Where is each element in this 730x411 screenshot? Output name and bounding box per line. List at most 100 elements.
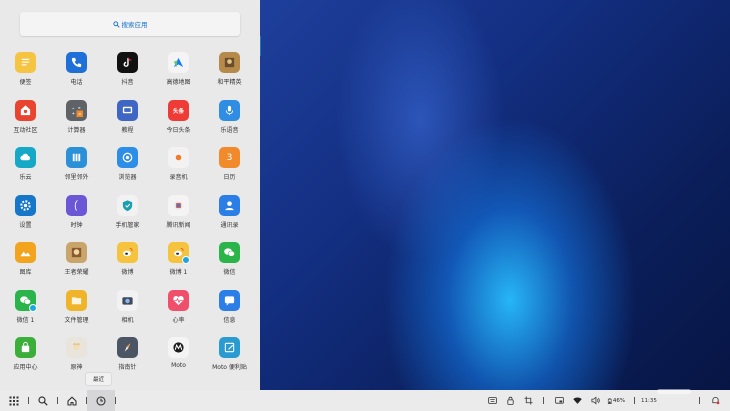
lock-icon xyxy=(506,396,514,405)
app-messages[interactable]: 信息 xyxy=(204,289,255,338)
app-cloud[interactable]: 乐云 xyxy=(0,147,51,195)
tiktok-icon xyxy=(117,52,138,73)
moto-icon xyxy=(168,337,189,358)
calendar-date: 3 xyxy=(226,152,233,163)
app-label: 设置 xyxy=(19,221,32,229)
cast-icon xyxy=(554,396,564,404)
app-label: Moto 便利贴 xyxy=(212,364,247,371)
app-wechat[interactable]: 微信 xyxy=(204,242,255,290)
keyboard-icon xyxy=(487,397,497,404)
app-label: 乐语音 xyxy=(220,126,239,134)
app-gallery[interactable]: 图库 xyxy=(0,242,51,290)
app-label: 应用中心 xyxy=(13,364,38,371)
recent-button[interactable] xyxy=(87,390,115,411)
app-tiktok[interactable]: 抖音 xyxy=(102,52,153,100)
app-label: 手机管家 xyxy=(115,221,140,229)
app-label: 微博 1 xyxy=(169,269,188,276)
clock[interactable]: 11:35 xyxy=(641,398,693,404)
phone-manager-icon xyxy=(117,194,138,216)
gallery-icon xyxy=(15,242,36,263)
volume-button[interactable] xyxy=(586,390,604,411)
app-label: 心率 xyxy=(172,316,185,324)
desktop-wallpaper xyxy=(260,0,730,390)
notes-icon xyxy=(15,52,36,73)
wechat-icon xyxy=(219,242,240,263)
app-label: 乐云 xyxy=(19,174,32,181)
app-calendar[interactable]: 3 日历 xyxy=(204,147,255,195)
app-grid: 便签 电话 抖音 高德地图 和平精英 互动社区 - × + = 计算器 教程 头条 今日头条 乐语音 乐云 邻里… xyxy=(0,52,260,385)
app-toutiao[interactable]: 头条 今日头条 xyxy=(153,99,204,148)
app-moto-note[interactable]: Moto 便利贴 xyxy=(204,337,255,385)
app-label: 浏览器 xyxy=(118,174,137,181)
app-honor-of-kings[interactable]: 王者荣耀 xyxy=(51,242,102,290)
app-settings[interactable]: 设置 xyxy=(0,194,51,243)
app-weibo[interactable]: 微博 xyxy=(102,242,153,290)
app-label: 相机 xyxy=(121,316,134,324)
calendar-icon: 3 xyxy=(219,147,240,168)
search-button[interactable] xyxy=(29,390,57,411)
app-label: 录音机 xyxy=(169,174,188,181)
app-browser[interactable]: 浏览器 xyxy=(102,147,153,195)
app-phone-manager[interactable]: 手机管家 xyxy=(102,194,153,243)
app-label: 王者荣耀 xyxy=(64,269,89,276)
lock-button[interactable] xyxy=(501,390,519,411)
taskbar: 46% 11:35 xyxy=(0,390,730,411)
app-community[interactable]: 互动社区 xyxy=(0,99,51,148)
app-tutorial[interactable]: 教程 xyxy=(102,99,153,148)
recorder-icon xyxy=(168,147,189,168)
app-label: 指南针 xyxy=(118,364,137,371)
messages-icon xyxy=(219,289,240,311)
screenshot-button[interactable] xyxy=(519,390,537,411)
contacts-icon xyxy=(219,194,240,216)
app-file-manager[interactable]: 文件管理 xyxy=(51,289,102,338)
app-heart-rate[interactable]: 心率 xyxy=(153,289,204,338)
app-label: 计算器 xyxy=(67,126,86,134)
app-phone[interactable]: 电话 xyxy=(51,52,102,100)
voice-icon xyxy=(219,99,240,121)
app-clock[interactable]: 时钟 xyxy=(51,194,102,243)
app-calculator[interactable]: - × + = 计算器 xyxy=(51,99,102,148)
app-label: 电话 xyxy=(70,79,83,86)
tencent-news-icon xyxy=(168,194,189,216)
app-label: 互动社区 xyxy=(13,126,38,134)
heart-rate-icon xyxy=(168,289,189,311)
app-contacts[interactable]: 通讯录 xyxy=(204,194,255,243)
app-moto[interactable]: Moto xyxy=(153,337,204,385)
wechat-clone-icon xyxy=(15,289,37,312)
app-notes[interactable]: 便签 xyxy=(0,52,51,100)
app-label: 今日头条 xyxy=(166,126,191,134)
keyboard-button[interactable] xyxy=(483,390,501,411)
wifi-button[interactable] xyxy=(568,390,586,411)
app-label: 微信 xyxy=(223,269,236,276)
app-label: 文件管理 xyxy=(64,316,89,324)
app-neighbor[interactable]: 邻里邻外 xyxy=(51,147,102,195)
calculator-icon: - × + = xyxy=(66,99,87,121)
notification-button[interactable] xyxy=(706,390,724,411)
app-label: 邻里邻外 xyxy=(64,174,89,181)
cloud-icon xyxy=(15,147,36,168)
app-camera[interactable]: 相机 xyxy=(102,289,153,338)
app-tencent-news[interactable]: 腾讯新闻 xyxy=(153,194,204,243)
battery-status[interactable]: 46% xyxy=(604,390,628,411)
blurred-indicator xyxy=(657,389,691,394)
home-button[interactable] xyxy=(58,390,86,411)
crop-icon xyxy=(523,396,533,405)
app-label: 图库 xyxy=(19,269,32,276)
app-wechat-clone[interactable]: 微信 1 xyxy=(0,289,51,338)
app-app-center[interactable]: 应用中心 xyxy=(0,337,51,385)
genshin-icon xyxy=(66,337,87,358)
search-input[interactable]: 搜索应用 xyxy=(20,12,240,36)
app-game-peace[interactable]: 和平精英 xyxy=(204,52,255,100)
toutiao-icon: 头条 xyxy=(168,99,189,121)
tutorial-icon xyxy=(117,99,138,121)
cast-button[interactable] xyxy=(550,390,568,411)
app-amap[interactable]: 高德地图 xyxy=(153,52,204,100)
svg-text:=: = xyxy=(78,111,81,115)
app-recorder[interactable]: 录音机 xyxy=(153,147,204,195)
app-drawer-button[interactable] xyxy=(0,390,28,411)
app-label: 通讯录 xyxy=(220,221,239,229)
compass-icon xyxy=(117,337,138,358)
app-weibo-clone[interactable]: 微博 1 xyxy=(153,242,204,290)
app-voice[interactable]: 乐语音 xyxy=(204,99,255,148)
app-label: Moto xyxy=(171,362,186,369)
